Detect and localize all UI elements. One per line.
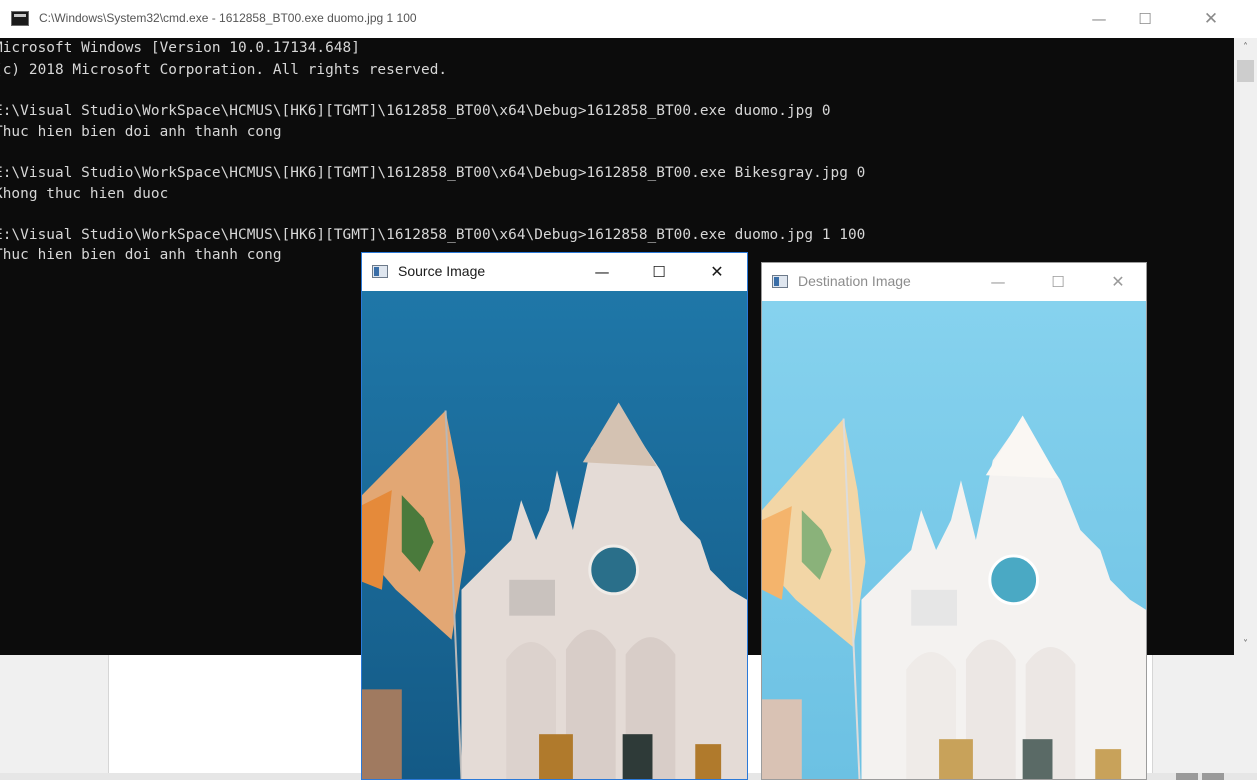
source-maximize-button[interactable]: ☐: [636, 253, 682, 291]
destination-close-button[interactable]: ✕: [1095, 263, 1141, 301]
image-window-icon: [372, 265, 388, 278]
cmd-maximize-button[interactable]: ☐: [1122, 0, 1168, 38]
destination-maximize-button[interactable]: ☐: [1035, 263, 1081, 301]
source-titlebar[interactable]: Source Image — ☐ ✕: [362, 253, 747, 291]
background-view-button[interactable]: [1202, 773, 1224, 780]
scroll-thumb[interactable]: [1237, 60, 1254, 82]
console-icon[interactable]: [11, 11, 29, 26]
cmd-minimize-button[interactable]: —: [1076, 0, 1122, 38]
destination-minimize-button[interactable]: —: [975, 263, 1021, 301]
console-line: E:\Visual Studio\WorkSpace\HCMUS\[HK6][T…: [0, 165, 866, 181]
source-close-button[interactable]: ✕: [694, 253, 740, 291]
scroll-up-icon[interactable]: ˄: [1234, 38, 1257, 58]
console-line: Khong thuc hien duoc: [0, 186, 169, 202]
cmd-close-button[interactable]: ✕: [1188, 0, 1234, 38]
console-line: (c) 2018 Microsoft Corporation. All righ…: [0, 62, 448, 78]
destination-image-window: Destination Image — ☐ ✕: [761, 262, 1147, 780]
console-line: E:\Visual Studio\WorkSpace\HCMUS\[HK6][T…: [0, 227, 866, 243]
source-window-title: Source Image: [398, 263, 486, 279]
console-line: Thuc hien bien doi anh thanh cong: [0, 124, 282, 140]
background-view-button[interactable]: [1176, 773, 1198, 780]
source-minimize-button[interactable]: —: [579, 253, 625, 291]
destination-window-title: Destination Image: [798, 273, 911, 289]
destination-titlebar[interactable]: Destination Image — ☐ ✕: [762, 263, 1146, 301]
console-line: E:\Visual Studio\WorkSpace\HCMUS\[HK6][T…: [0, 103, 831, 119]
source-image: [362, 291, 747, 779]
image-window-icon: [772, 275, 788, 288]
cmd-window-title: C:\Windows\System32\cmd.exe - 1612858_BT…: [39, 11, 417, 25]
cmd-titlebar[interactable]: C:\Windows\System32\cmd.exe - 1612858_BT…: [0, 0, 1257, 38]
scroll-down-icon[interactable]: ˅: [1234, 635, 1257, 655]
destination-image: [762, 301, 1146, 779]
destination-cathedral-photo: [762, 301, 1146, 779]
console-line: Thuc hien bien doi anh thanh cong: [0, 247, 282, 263]
console-scrollbar[interactable]: ˄ ˅: [1234, 38, 1257, 655]
console-line: Microsoft Windows [Version 10.0.17134.64…: [0, 40, 360, 56]
source-image-window: Source Image — ☐ ✕: [361, 252, 748, 780]
source-cathedral-photo: [362, 291, 747, 779]
